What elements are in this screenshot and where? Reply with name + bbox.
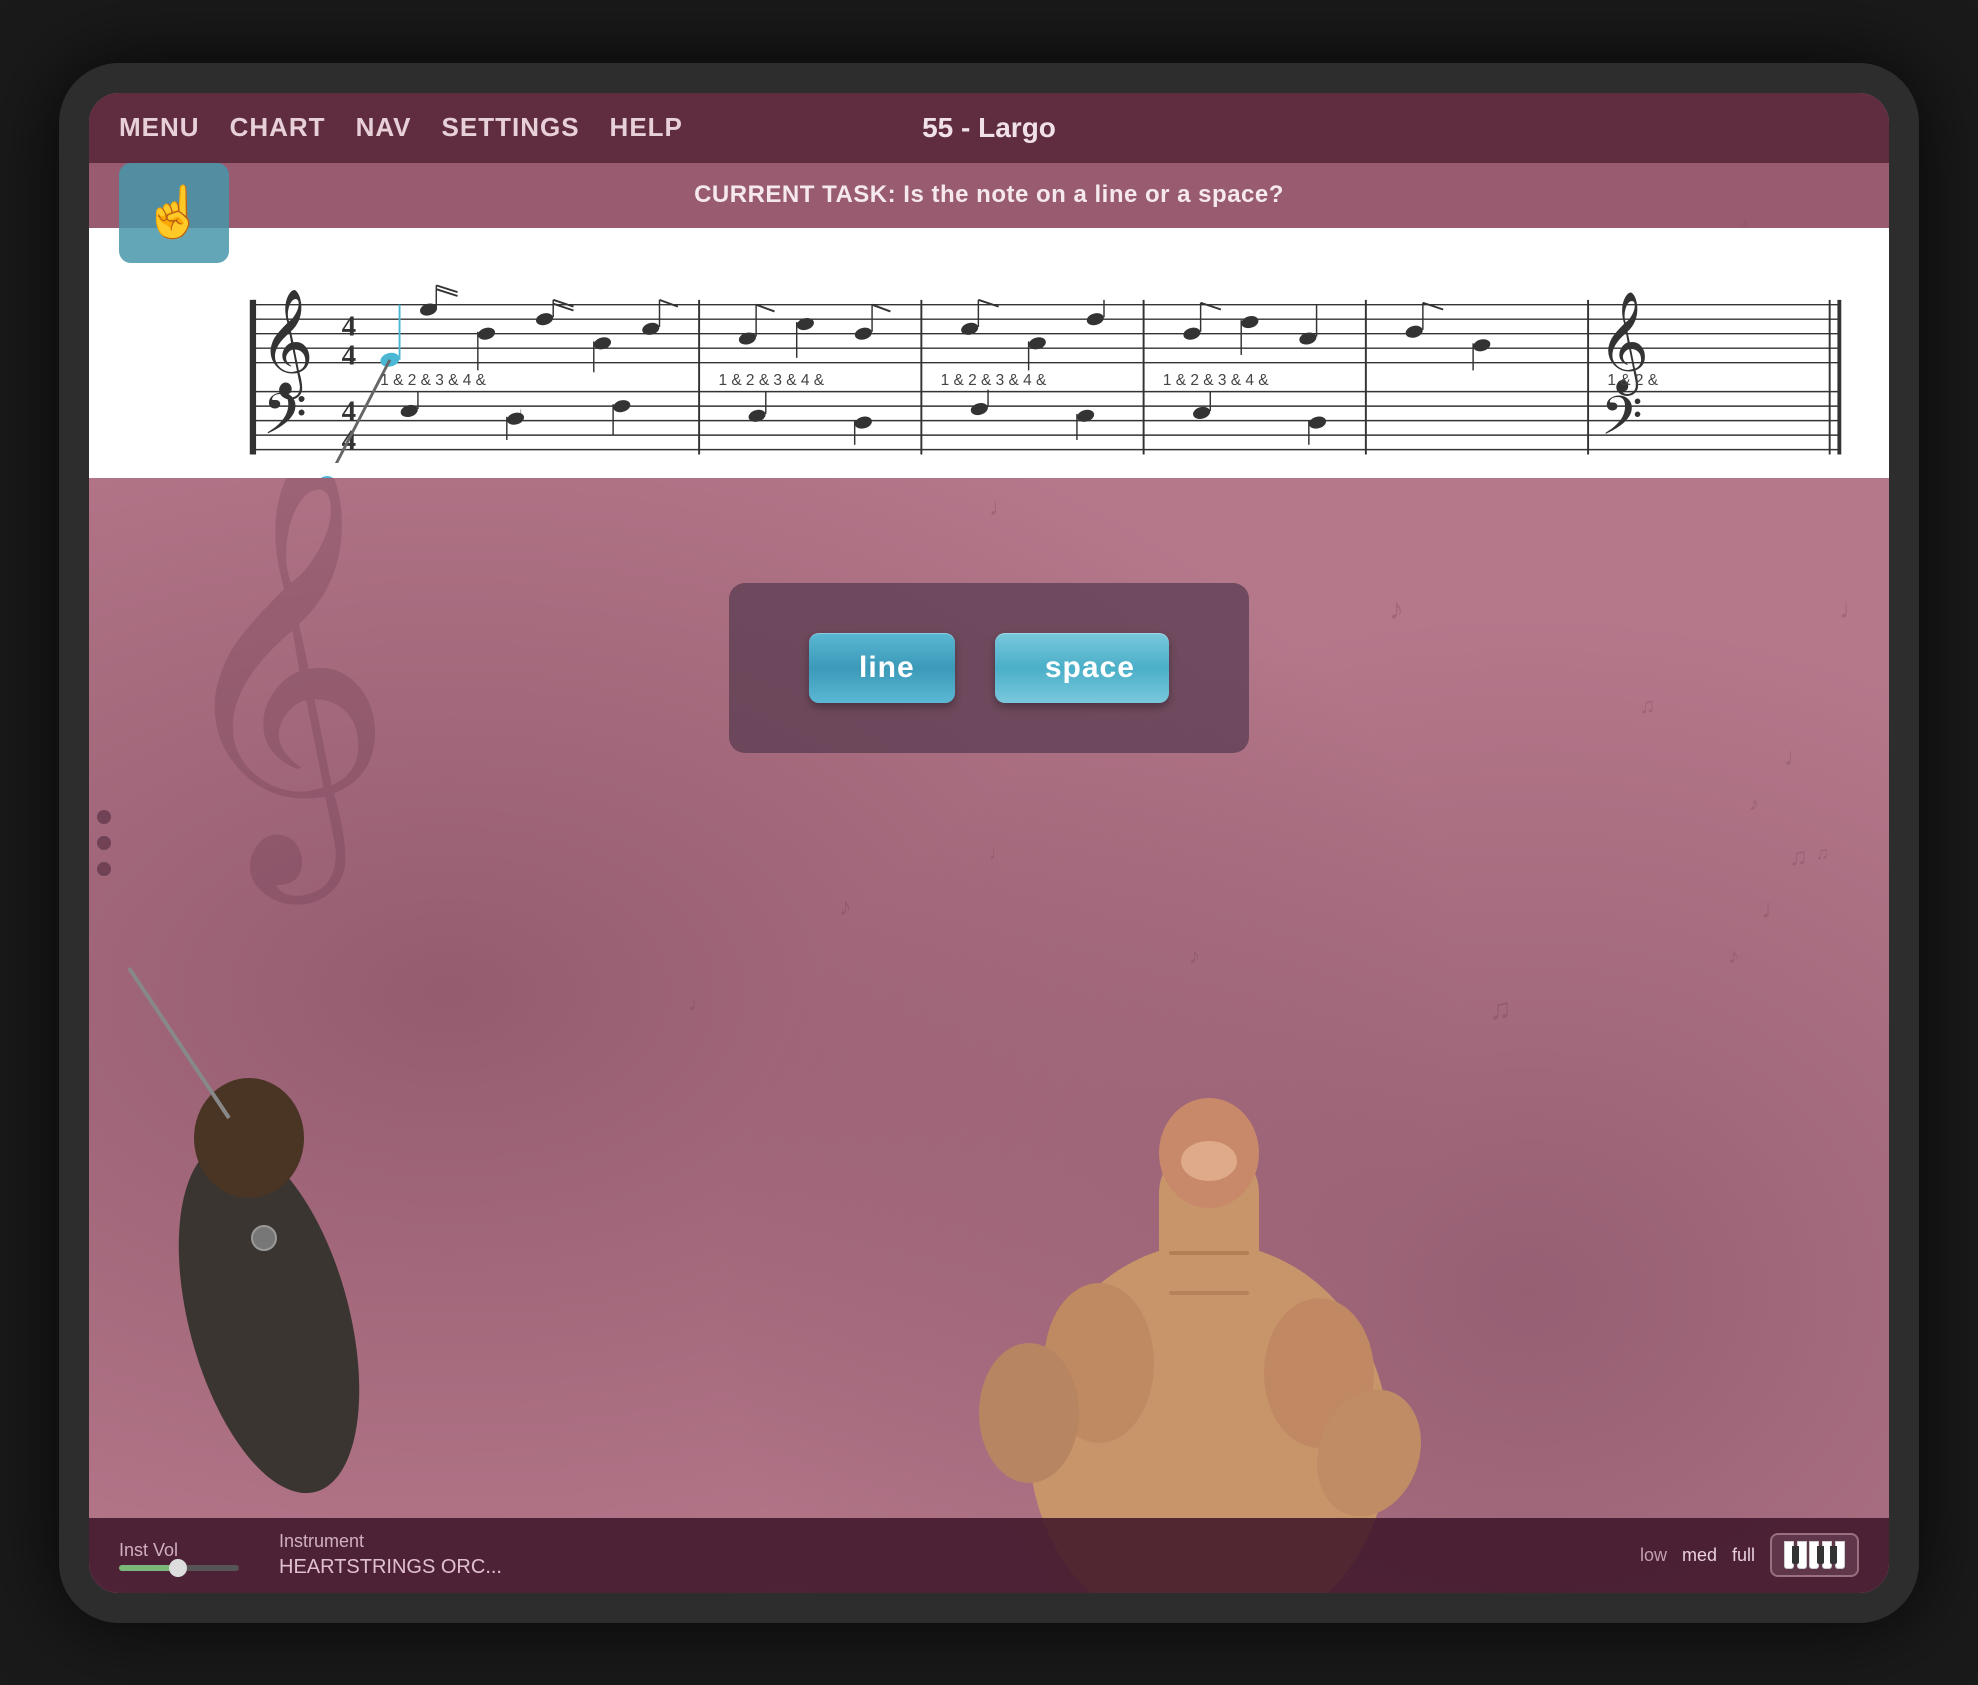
nav-items: MENU CHART NAV SETTINGS HELP [119,112,683,143]
inst-vol-slider[interactable] [119,1565,239,1571]
chart-button[interactable]: CHART [230,112,326,143]
line-answer-button[interactable]: line [809,633,955,703]
instrument-name[interactable]: HEARTSTRINGS ORC... [279,1556,502,1579]
svg-text:1 & 2 & 3 & 4 &: 1 & 2 & 3 & 4 & [1163,371,1269,388]
help-button[interactable]: HELP [610,112,683,143]
svg-text:1 & 2 & 3 & 4 &: 1 & 2 & 3 & 4 & [941,371,1047,388]
svg-text:𝄢: 𝄢 [262,383,307,460]
svg-text:𝄞: 𝄞 [259,289,313,399]
bottom-bar: Inst Vol Instrument HEARTSTRINGS ORC... … [89,1518,1889,1593]
svg-text:1 & 2 & 3 & 4 &: 1 & 2 & 3 & 4 & [718,371,824,388]
instrument-label: Instrument [279,1531,364,1552]
top-nav: MENU CHART NAV SETTINGS HELP 55 - Largo [89,93,1889,163]
piano-key-black [1830,1546,1837,1564]
conductor-illustration [89,918,469,1518]
touch-icon: ☝ [143,183,205,242]
vol-low-button[interactable]: low [1640,1545,1667,1566]
settings-button[interactable]: SETTINGS [442,112,580,143]
keyboard-button[interactable] [1770,1533,1859,1577]
slider-fill [119,1565,173,1571]
vol-full-button[interactable]: full [1732,1545,1755,1566]
inst-vol-control: Inst Vol [119,1540,239,1571]
instrument-control: Instrument HEARTSTRINGS ORC... [279,1531,502,1579]
task-banner: CURRENT TASK: Is the note on a line or a… [89,163,1889,228]
svg-text:4: 4 [342,310,356,342]
svg-text:𝄢: 𝄢 [1601,386,1643,459]
piano-key-black [1817,1546,1824,1564]
sidebar-dots [97,810,111,876]
menu-button[interactable]: MENU [119,112,200,143]
touch-icon-button[interactable]: ☝ [119,163,229,263]
page-title: 55 - Largo [922,112,1056,144]
tablet-frame: 𝄞 ♪ ♩ ♫ ♪ ♩ ♪ ♫ ♩ ♪ ♩ ♪ ♫ ♩ ♪ ♫ ♩ ♪ ♫ ♩ … [59,63,1919,1623]
svg-text:1 & 2 &: 1 & 2 & [1607,371,1658,388]
sheet-music-area: 𝄞 𝄢 4 4 4 4 [89,228,1889,478]
svg-text:4: 4 [342,339,356,371]
keyboard-icon-inner [1784,1541,1845,1569]
nav-button[interactable]: NAV [356,112,412,143]
sidebar-dot [97,810,111,824]
pointing-hand [829,943,1529,1593]
hand-pointing-area [779,893,1479,1593]
answer-panel: line space [729,583,1249,753]
svg-text:1 & 2 & 3 & 4 &: 1 & 2 & 3 & 4 & [380,371,486,388]
volume-controls: low med full [1640,1533,1859,1577]
svg-text:♩: ♩ [517,404,531,419]
sidebar-dot [97,862,111,876]
task-text: CURRENT TASK: Is the note on a line or a… [694,181,1284,209]
tablet-screen: 𝄞 ♪ ♩ ♫ ♪ ♩ ♪ ♫ ♩ ♪ ♩ ♪ ♫ ♩ ♪ ♫ ♩ ♪ ♫ ♩ … [89,93,1889,1593]
sidebar-dot [97,836,111,850]
inst-vol-slider-container [119,1565,239,1571]
conductor-area [89,818,689,1518]
sheet-music-svg: 𝄞 𝄢 4 4 4 4 [129,243,1849,463]
note-highlight-marker [317,476,337,478]
space-answer-button[interactable]: space [995,633,1169,703]
piano-key-black [1792,1546,1799,1564]
svg-text:4: 4 [342,395,356,427]
slider-thumb [169,1559,187,1577]
vol-med-button[interactable]: med [1682,1545,1717,1566]
inst-vol-label: Inst Vol [119,1540,178,1561]
